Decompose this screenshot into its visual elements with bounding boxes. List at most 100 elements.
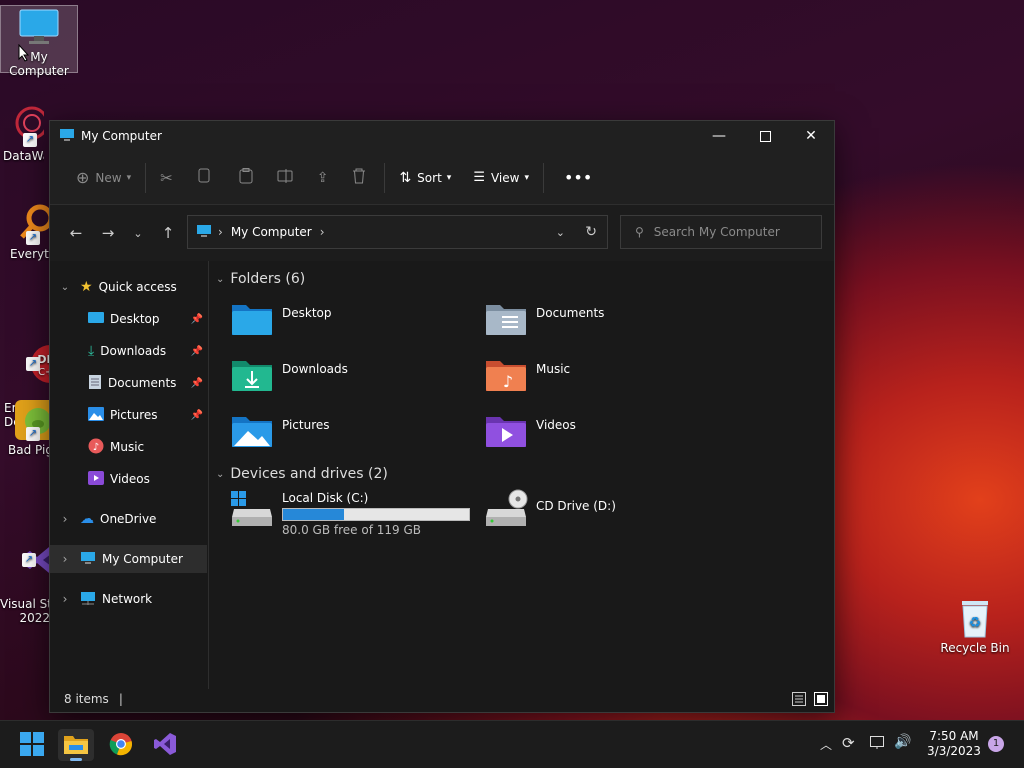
- svg-text:♻: ♻: [969, 615, 982, 631]
- content-pane: ⌄ Folders (6) Desktop Documents Download…: [210, 261, 834, 689]
- address-bar[interactable]: › My Computer › ⌄ ↻: [187, 215, 608, 249]
- sidebar-item-desktop[interactable]: Desktop 📌: [50, 305, 207, 333]
- window-title: My Computer: [81, 129, 162, 143]
- notification-badge[interactable]: 1: [988, 736, 1004, 752]
- shortcut-arrow-icon: ↗: [23, 133, 37, 147]
- folders-group-header[interactable]: ⌄ Folders (6): [216, 271, 305, 287]
- sidebar-item-my-computer[interactable]: › My Computer: [50, 545, 207, 573]
- chevron-down-icon: ▾: [524, 172, 529, 183]
- volume-icon[interactable]: 🔊: [894, 734, 911, 750]
- pin-icon: 📌: [190, 345, 203, 357]
- pin-icon: 📌: [190, 377, 203, 389]
- visual-studio-icon: [153, 732, 177, 759]
- sidebar-item-documents[interactable]: Documents 📌: [50, 369, 207, 397]
- desktop-icon-datawag[interactable]: ↗ DataWag: [0, 105, 44, 163]
- folder-pictures[interactable]: Pictures: [230, 413, 330, 452]
- taskbar-chrome[interactable]: [103, 729, 139, 761]
- desktop-icon-everything[interactable]: ↗ Everyth: [0, 203, 50, 261]
- ellipsis-icon: •••: [563, 168, 593, 187]
- sidebar-item-network[interactable]: › Network: [50, 585, 207, 613]
- taskbar-visual-studio[interactable]: [147, 729, 183, 761]
- everything-search-icon: ↗: [14, 203, 50, 245]
- more-options-button[interactable]: •••: [550, 162, 606, 194]
- drive-local-disk-c[interactable]: Local Disk (C:) 80.0 GB free of 119 GB: [230, 489, 470, 537]
- desktop-folder-icon: [230, 301, 274, 340]
- address-history-button[interactable]: ⌄: [556, 226, 565, 239]
- sort-button[interactable]: ⇅ Sort ▾: [391, 162, 459, 194]
- chevron-right-icon: ›: [62, 512, 68, 526]
- start-button[interactable]: [14, 729, 50, 761]
- sidebar-item-pictures[interactable]: Pictures 📌: [50, 401, 207, 429]
- sidebar-item-onedrive[interactable]: › ☁ OneDrive: [50, 505, 207, 533]
- sidebar-item-label: Network: [102, 592, 153, 606]
- up-button[interactable]: ↑: [152, 217, 184, 249]
- details-view-button[interactable]: [792, 692, 806, 709]
- refresh-button[interactable]: ↻: [585, 224, 597, 240]
- plus-circle-icon: ⊕: [76, 168, 90, 187]
- downloads-folder-icon: [230, 357, 274, 396]
- back-button[interactable]: ←: [60, 217, 92, 249]
- sync-icon[interactable]: ⟳: [842, 734, 855, 752]
- cd-drive-icon: [484, 489, 528, 532]
- desktop-icon-recycle-bin[interactable]: ♻ Recycle Bin: [935, 597, 1015, 655]
- taskbar-file-explorer[interactable]: [58, 729, 94, 761]
- paste-button[interactable]: [227, 162, 265, 194]
- pictures-icon: [88, 406, 104, 424]
- share-button[interactable]: ⇪: [305, 162, 341, 194]
- group-title: Devices and drives (2): [230, 466, 388, 482]
- search-input[interactable]: ⚲ Search My Computer: [620, 215, 822, 249]
- folder-icon: [63, 733, 89, 758]
- sidebar-item-label: My Computer: [102, 552, 183, 566]
- sidebar-item-videos[interactable]: Videos: [50, 465, 207, 493]
- desktop-icon-my-computer[interactable]: My Computer: [0, 5, 78, 78]
- shortcut-arrow-icon: ↗: [26, 231, 40, 245]
- recent-locations-button[interactable]: ⌄: [124, 217, 152, 249]
- svg-text:♪: ♪: [503, 372, 513, 391]
- chevron-right-icon: ›: [62, 552, 68, 566]
- show-hidden-icons-button[interactable]: ︿: [820, 736, 832, 753]
- desktop-icon-label: Visual St 2022: [0, 597, 52, 625]
- new-button[interactable]: ⊕ New ▾: [68, 162, 139, 194]
- drives-group-header[interactable]: ⌄ Devices and drives (2): [216, 466, 388, 482]
- breadcrumb-my-computer[interactable]: My Computer: [231, 225, 312, 239]
- music-folder-icon: ♪: [484, 357, 528, 396]
- folder-music[interactable]: ♪ Music: [484, 357, 570, 396]
- desktop-icon-label: Recycle Bin: [940, 641, 1010, 655]
- drive-cd-d[interactable]: CD Drive (D:): [484, 489, 616, 532]
- title-bar[interactable]: My Computer — ✕: [50, 121, 834, 151]
- star-icon: ★: [80, 279, 93, 295]
- videos-folder-icon: [484, 413, 528, 452]
- sidebar-item-downloads[interactable]: ⤓ Downloads 📌: [50, 337, 207, 365]
- status-divider: |: [118, 692, 123, 706]
- minimize-button[interactable]: —: [696, 121, 742, 151]
- folder-documents[interactable]: Documents: [484, 301, 604, 340]
- folder-videos[interactable]: Videos: [484, 413, 576, 452]
- close-button[interactable]: ✕: [788, 121, 834, 151]
- large-icons-view-button[interactable]: [814, 692, 828, 709]
- desktop-icon-bad-piggies[interactable]: ↗ Bad Pig: [0, 399, 50, 457]
- sidebar-item-music[interactable]: ♪ Music: [50, 433, 207, 461]
- folder-downloads[interactable]: Downloads: [230, 357, 348, 396]
- monitor-icon: [59, 128, 75, 145]
- arrow-right-icon: →: [101, 224, 115, 242]
- network-status-icon[interactable]: [870, 736, 886, 753]
- desktop-icon-visual-studio[interactable]: ↗ Visual St 2022: [0, 497, 54, 639]
- copy-button[interactable]: [181, 162, 227, 194]
- forward-button[interactable]: →: [92, 217, 124, 249]
- cut-button[interactable]: ✂: [152, 162, 181, 194]
- folder-desktop[interactable]: Desktop: [230, 301, 332, 340]
- scissors-icon: ✂: [160, 168, 173, 187]
- desktop-folder-icon: [88, 311, 104, 328]
- clock[interactable]: 7:50 AM 3/3/2023: [922, 729, 986, 759]
- sort-label: Sort: [417, 170, 442, 185]
- sidebar-item-quick-access[interactable]: ⌄ ★ Quick access: [50, 273, 207, 301]
- sidebar-item-label: Quick access: [98, 280, 177, 294]
- chevron-right-icon: ›: [218, 225, 223, 239]
- delete-button[interactable]: [340, 162, 378, 194]
- trash-icon: [352, 168, 366, 187]
- maximize-button[interactable]: [742, 121, 788, 151]
- rename-button[interactable]: [265, 162, 305, 194]
- view-button[interactable]: ☰ View ▾: [465, 162, 537, 194]
- copy-icon: [197, 168, 211, 187]
- sidebar-item-label: Desktop: [110, 312, 160, 326]
